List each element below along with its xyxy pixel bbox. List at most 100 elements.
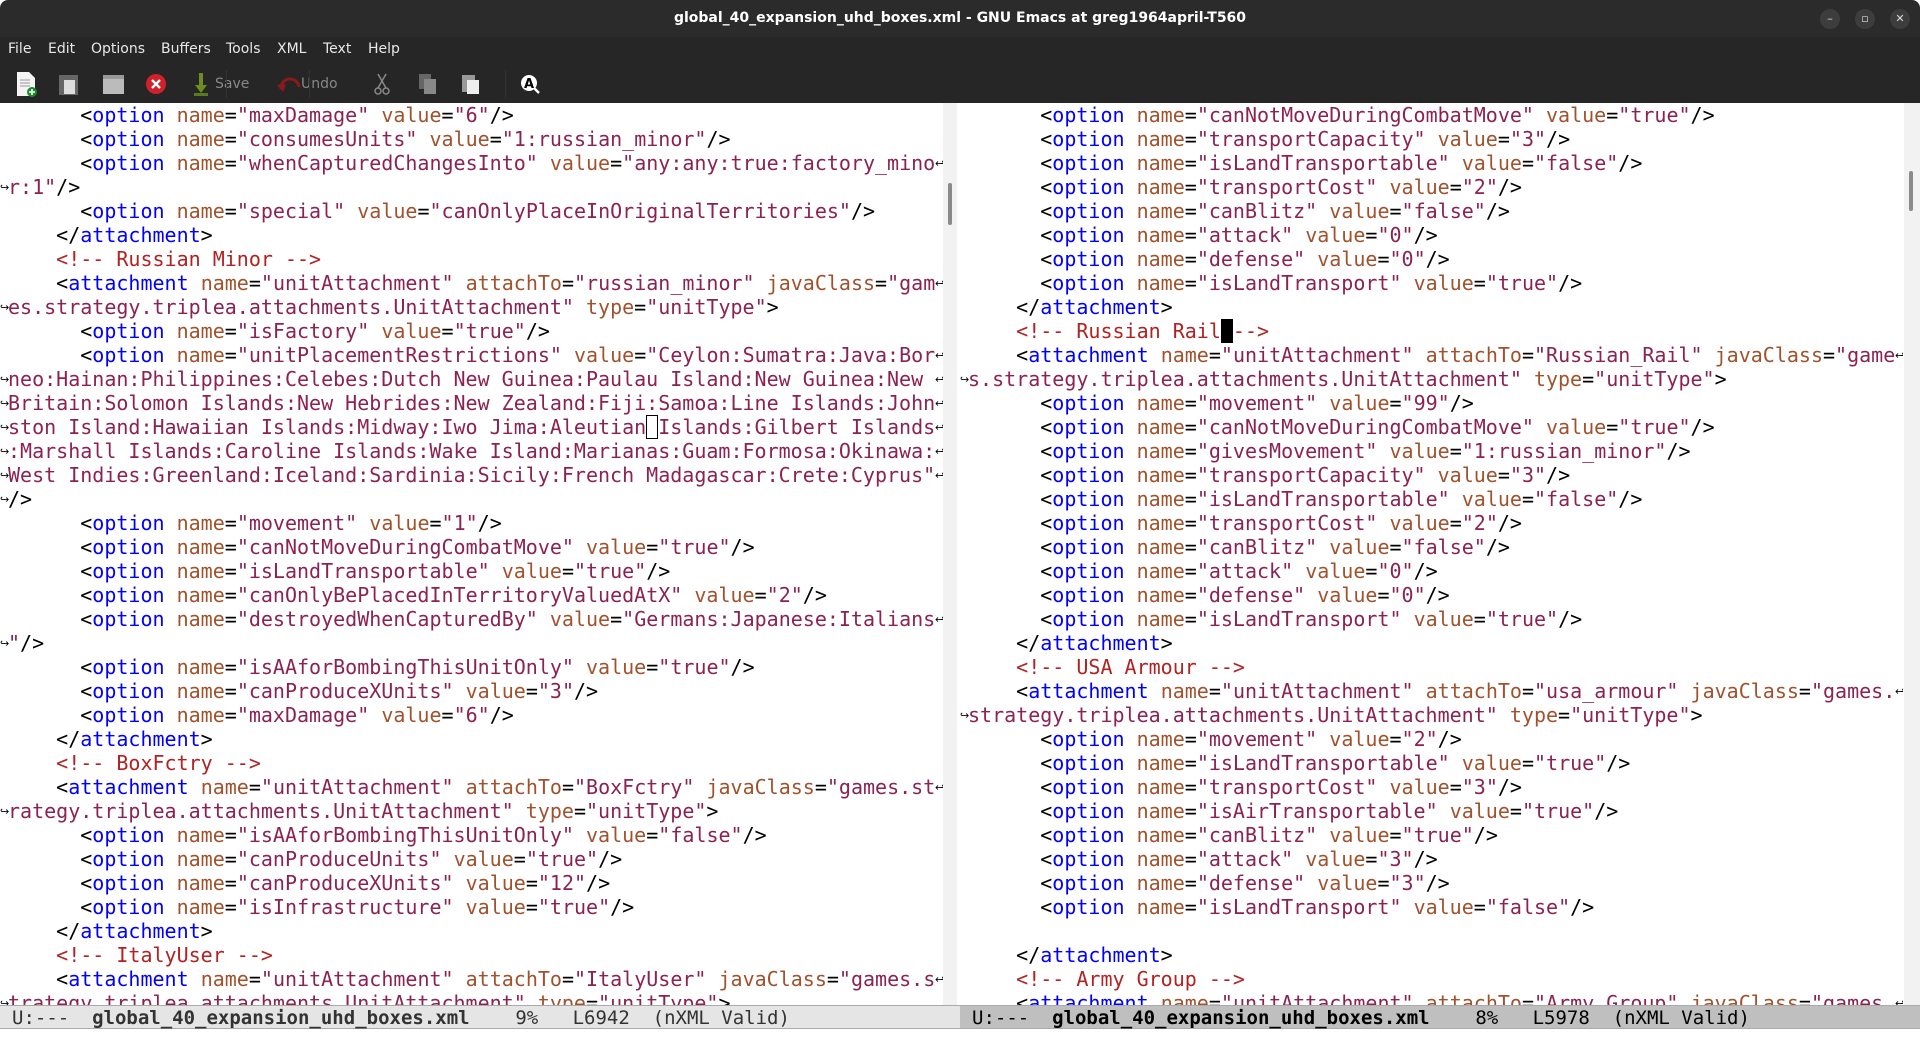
code-line[interactable]: :Marshall Islands:Caroline Islands:Wake … — [8, 439, 935, 463]
menu-tools[interactable]: Tools — [226, 41, 261, 57]
cut-icon[interactable] — [374, 71, 390, 97]
undo-button[interactable]: Undo — [277, 71, 338, 97]
code-line[interactable]: <option name="isLandTransportable" value… — [8, 559, 935, 583]
paste-icon[interactable] — [461, 71, 481, 97]
code-line[interactable]: <option name="isAAforBombingThisUnitOnly… — [8, 823, 935, 847]
minimize-icon[interactable]: – — [1820, 9, 1840, 29]
menu-help[interactable]: Help — [368, 41, 400, 57]
code-line[interactable]: "/> — [8, 631, 935, 655]
code-line[interactable]: <option name="attack" value="3"/> — [968, 847, 1895, 871]
copy-icon[interactable] — [418, 71, 438, 97]
code-line[interactable]: <option name="destroyedWhenCapturedBy" v… — [8, 607, 935, 631]
code-line[interactable]: <attachment name="unitAttachment" attach… — [968, 991, 1895, 1005]
major-mode[interactable]: (nXML Valid) — [653, 1007, 790, 1029]
code-line[interactable]: s.strategy.triplea.attachments.UnitAttac… — [968, 367, 1895, 391]
code-line[interactable]: <option name="maxDamage" value="6"/> — [8, 703, 935, 727]
code-line[interactable]: neo:Hainan:Philippines:Celebes:Dutch New… — [8, 367, 935, 391]
scrollbar-thumb[interactable] — [1909, 171, 1913, 211]
code-line[interactable]: <!-- BoxFctry --> — [8, 751, 935, 775]
code-line[interactable]: <option name="isLandTransportable" value… — [968, 151, 1895, 175]
code-line[interactable]: <option name="transportCapacity" value="… — [968, 127, 1895, 151]
code-area[interactable]: <option name="canNotMoveDuringCombatMove… — [968, 103, 1895, 1005]
code-line[interactable]: <option name="movement" value="1"/> — [8, 511, 935, 535]
code-line[interactable]: </attachment> — [8, 727, 935, 751]
code-line[interactable]: <option name="transportCost" value="3"/> — [968, 775, 1895, 799]
code-line[interactable]: <!-- USA Armour --> — [968, 655, 1895, 679]
code-line[interactable]: <option name="isAirTransportable" value=… — [968, 799, 1895, 823]
code-line[interactable]: <option name="whenCapturedChangesInto" v… — [8, 151, 935, 175]
menu-file[interactable]: File — [8, 41, 31, 57]
code-line[interactable]: </attachment> — [968, 295, 1895, 319]
right-scrollbar[interactable] — [1904, 103, 1920, 1005]
code-line[interactable]: <!-- Russian Rail --> — [968, 319, 1895, 343]
code-line[interactable]: <option name="canNotMoveDuringCombatMove… — [968, 103, 1895, 127]
code-line[interactable]: <option name="isFactory" value="true"/> — [8, 319, 935, 343]
code-line[interactable]: <option name="special" value="canOnlyPla… — [8, 199, 935, 223]
code-line[interactable]: <option name="defense" value="3"/> — [968, 871, 1895, 895]
close-buffer-icon[interactable] — [145, 71, 167, 97]
code-line[interactable]: <option name="isLandTransportable" value… — [968, 487, 1895, 511]
code-line[interactable]: <option name="canProduceUnits" value="tr… — [8, 847, 935, 871]
code-line[interactable]: </attachment> — [968, 943, 1895, 967]
code-area[interactable]: <option name="maxDamage" value="6"/> <op… — [8, 103, 935, 1005]
menu-xml[interactable]: XML — [277, 41, 306, 57]
menu-edit[interactable]: Edit — [48, 41, 75, 57]
code-line[interactable]: strategy.triplea.attachments.UnitAttachm… — [968, 703, 1895, 727]
code-line[interactable]: <option name="canProduceXUnits" value="1… — [8, 871, 935, 895]
code-line[interactable]: <option name="canNotMoveDuringCombatMove… — [8, 535, 935, 559]
menu-options[interactable]: Options — [91, 41, 145, 57]
code-line[interactable]: <attachment name="unitAttachment" attach… — [968, 343, 1895, 367]
code-line[interactable] — [968, 919, 1895, 943]
code-line[interactable]: /> — [8, 487, 935, 511]
code-line[interactable]: ston Island:Hawaiian Islands:Midway:Iwo … — [8, 415, 935, 439]
search-icon[interactable]: A — [519, 71, 541, 97]
code-line[interactable]: </attachment> — [8, 919, 935, 943]
left-scrollbar[interactable] — [943, 103, 957, 1005]
code-line[interactable]: <!-- Russian Minor --> — [8, 247, 935, 271]
code-line[interactable]: West Indies:Greenland:Iceland:Sardinia:S… — [8, 463, 935, 487]
code-line[interactable]: Britain:Solomon Islands:New Hebrides:New… — [8, 391, 935, 415]
code-line[interactable]: rategy.triplea.attachments.UnitAttachmen… — [8, 799, 935, 823]
code-line[interactable]: <attachment name="unitAttachment" attach… — [8, 775, 935, 799]
restore-icon[interactable]: ▫ — [1855, 9, 1875, 29]
scrollbar-thumb[interactable] — [948, 183, 952, 225]
new-file-icon[interactable] — [15, 71, 37, 97]
code-line[interactable]: <option name="canProduceXUnits" value="3… — [8, 679, 935, 703]
save-button[interactable]: Save — [193, 71, 249, 97]
code-line[interactable]: <!-- Army Group --> — [968, 967, 1895, 991]
code-line[interactable]: <option name="transportCapacity" value="… — [968, 463, 1895, 487]
open-file-icon[interactable] — [58, 71, 80, 97]
code-line[interactable]: <option name="isLandTransport" value="fa… — [968, 895, 1895, 919]
code-line[interactable]: es.strategy.triplea.attachments.UnitAtta… — [8, 295, 935, 319]
left-editor-window[interactable]: <option name="maxDamage" value="6"/> <op… — [0, 103, 943, 1005]
code-line[interactable]: <option name="isLandTransport" value="tr… — [968, 607, 1895, 631]
code-line[interactable]: trategy.triplea.attachments.UnitAttachme… — [8, 991, 935, 1005]
code-line[interactable]: <!-- ItalyUser --> — [8, 943, 935, 967]
code-line[interactable]: <option name="isAAforBombingThisUnitOnly… — [8, 655, 935, 679]
code-line[interactable]: <option name="defense" value="0"/> — [968, 247, 1895, 271]
buffer-name[interactable]: global_40_expansion_uhd_boxes.xml — [92, 1007, 470, 1029]
code-line[interactable]: <option name="canBlitz" value="true"/> — [968, 823, 1895, 847]
code-line[interactable]: </attachment> — [8, 223, 935, 247]
code-line[interactable]: <attachment name="unitAttachment" attach… — [8, 271, 935, 295]
echo-area[interactable] — [0, 1029, 1920, 1053]
code-line[interactable]: <option name="defense" value="0"/> — [968, 583, 1895, 607]
right-editor-window[interactable]: <option name="canNotMoveDuringCombatMove… — [960, 103, 1903, 1005]
code-line[interactable]: <option name="movement" value="2"/> — [968, 727, 1895, 751]
code-line[interactable]: <option name="attack" value="0"/> — [968, 223, 1895, 247]
code-line[interactable]: <option name="isLandTransport" value="tr… — [968, 271, 1895, 295]
buffer-name[interactable]: global_40_expansion_uhd_boxes.xml — [1052, 1007, 1430, 1029]
code-line[interactable]: <option name="transportCost" value="2"/> — [968, 511, 1895, 535]
code-line[interactable]: <option name="unitPlacementRestrictions"… — [8, 343, 935, 367]
close-icon[interactable]: ✕ — [1890, 9, 1910, 29]
code-line[interactable]: <attachment name="unitAttachment" attach… — [968, 679, 1895, 703]
code-line[interactable]: <option name="movement" value="99"/> — [968, 391, 1895, 415]
menu-text[interactable]: Text — [323, 41, 351, 57]
code-line[interactable]: </attachment> — [968, 631, 1895, 655]
major-mode[interactable]: (nXML Valid) — [1613, 1007, 1750, 1029]
code-line[interactable]: <option name="transportCost" value="2"/> — [968, 175, 1895, 199]
code-line[interactable]: <attachment name="unitAttachment" attach… — [8, 967, 935, 991]
code-line[interactable]: r:1"/> — [8, 175, 935, 199]
open-directory-icon[interactable] — [102, 71, 126, 97]
code-line[interactable]: <option name="maxDamage" value="6"/> — [8, 103, 935, 127]
